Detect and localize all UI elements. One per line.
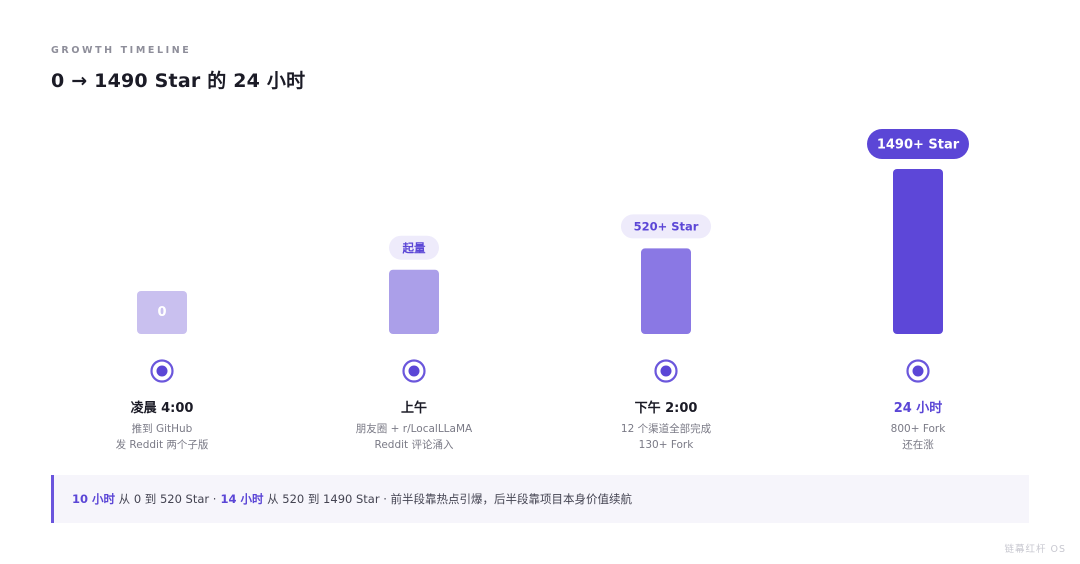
stage-desc-line: 130+ Fork	[638, 439, 694, 451]
stage-desc-line: 12 个渠道全部完成	[620, 423, 712, 435]
stage-2: 下午 2:00 12 个渠道全部完成 130+ Fork	[566, 397, 766, 453]
bar	[893, 169, 943, 334]
stage-desc: 推到 GitHub 发 Reddit 两个子版	[62, 421, 262, 453]
stage-3: 24 小时 800+ Fork 还在涨	[818, 397, 1018, 453]
stage-0: 凌晨 4:00 推到 GitHub 发 Reddit 两个子版	[62, 397, 262, 453]
bar	[641, 248, 691, 334]
stage-desc-line: 800+ Fork	[890, 423, 946, 435]
timeline-node-dot	[408, 365, 420, 377]
stage-desc: 12 个渠道全部完成 130+ Fork	[566, 421, 766, 453]
stage-desc-line: 朋友圈 + r/LocalLLaMA	[355, 423, 473, 435]
summary-text: 从 520 到 1490 Star · 前半段靠热点引爆，后半段靠项目本身价值续…	[267, 492, 633, 506]
stage-desc-line: 还在涨	[902, 439, 934, 451]
stage-time: 24 小时	[893, 401, 943, 416]
stage-time: 上午	[400, 401, 427, 416]
brand-watermark: 链幕红杆 OS	[1004, 544, 1066, 555]
summary-callout: 10 小时 从 0 到 520 Star · 14 小时 从 520 到 149…	[51, 475, 1029, 523]
stage-time: 下午 2:00	[634, 401, 698, 416]
timeline-node-dot	[156, 365, 168, 377]
bar-label: 520+ Star	[634, 220, 699, 234]
bar-label: 0	[157, 305, 166, 320]
stage-1: 上午 朋友圈 + r/LocalLLaMA Reddit 评论涌入	[314, 397, 514, 453]
stage-desc-line: Reddit 评论涌入	[374, 439, 454, 451]
bar-label: 1490+ Star	[877, 138, 960, 153]
stage-desc: 朋友圈 + r/LocalLLaMA Reddit 评论涌入	[314, 421, 514, 453]
bar	[389, 269, 439, 334]
summary-text: 从 0 到 520 Star ·	[118, 492, 217, 506]
summary-highlight: 10 小时	[72, 492, 116, 506]
stage-desc-line: 发 Reddit 两个子版	[115, 439, 209, 451]
timeline-node-dot	[660, 365, 672, 377]
summary-highlight: 14 小时	[220, 492, 264, 506]
timeline-node-dot	[912, 365, 924, 377]
bar-label: 起量	[402, 241, 426, 255]
stage-desc-line: 推到 GitHub	[131, 423, 193, 435]
stage-desc: 800+ Fork 还在涨	[818, 421, 1018, 453]
stage-time: 凌晨 4:00	[130, 401, 194, 416]
